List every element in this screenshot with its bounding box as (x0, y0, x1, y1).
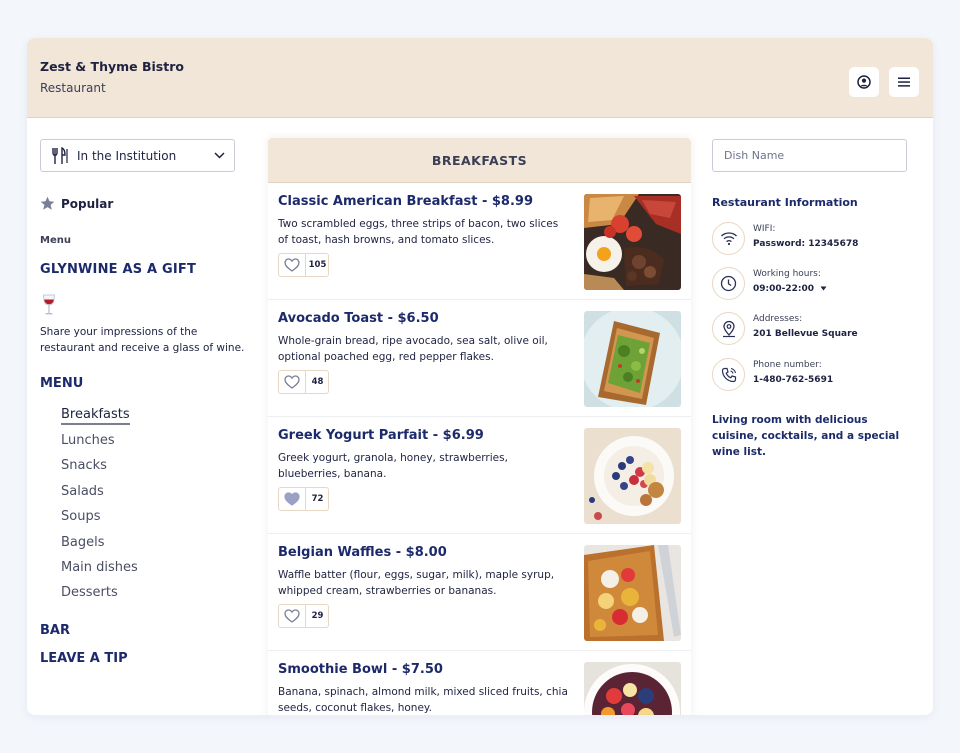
restaurant-type: Restaurant (40, 81, 106, 95)
like-count: 105 (308, 260, 327, 270)
app-card: Zest & Thyme Bistro Restaurant In the In… (27, 38, 933, 715)
fork-knife-icon (52, 146, 68, 164)
menu-item-soups[interactable]: Soups (61, 509, 100, 524)
heart-filled-icon (284, 492, 300, 506)
location-pin-icon (722, 320, 735, 337)
restaurant-about: Living room with delicious cuisine, cock… (712, 414, 900, 458)
restaurant-name: Zest & Thyme Bistro (40, 59, 184, 74)
section-title: BREAKFASTS (268, 138, 691, 183)
menu-item-snacks[interactable]: Snacks (61, 458, 107, 473)
dish-card[interactable]: Greek Yogurt Parfait - $6.99 Greek yogur… (268, 417, 691, 534)
profile-button[interactable] (849, 67, 879, 97)
dish-title: Smoothie Bowl - $7.50 (278, 662, 443, 677)
dish-title: Avocado Toast - $6.50 (278, 311, 439, 326)
menu-item-breakfasts[interactable]: Breakfasts (61, 407, 130, 425)
menu-item-main-dishes[interactable]: Main dishes (61, 560, 138, 575)
like-count: 72 (311, 494, 324, 504)
wifi-label: WIFI: (753, 224, 776, 234)
popular-label: Popular (61, 196, 114, 211)
address-label: Addresses: (753, 314, 803, 324)
gift-title[interactable]: GLYNWINE AS A GIFT (40, 262, 196, 277)
hamburger-menu-icon (898, 77, 910, 87)
dish-description: Waffle batter (flour, eggs, sugar, milk)… (278, 569, 555, 597)
phone-label: Phone number: (753, 360, 822, 370)
dish-description: Banana, spinach, almond milk, mixed slic… (278, 686, 568, 714)
hours-label: Working hours: (753, 269, 821, 279)
star-icon (40, 196, 55, 210)
hours-value: 09:00-22:00 (753, 284, 815, 294)
gift-description: Share your impressions of the restaurant… (40, 326, 245, 354)
dish-photo (584, 311, 681, 407)
phone-icon (721, 367, 736, 382)
wifi-password: Password: 12345678 (753, 239, 859, 249)
leave-a-tip-link[interactable]: LEAVE A TIP (40, 651, 128, 666)
dish-card[interactable]: Belgian Waffles - $8.00 Waffle batter (f… (268, 534, 691, 651)
dish-photo (584, 194, 681, 290)
menu-item-bagels[interactable]: Bagels (61, 535, 105, 550)
dish-card[interactable]: Smoothie Bowl - $7.50 Banana, spinach, a… (268, 651, 691, 715)
dish-photo (584, 545, 681, 641)
like-count: 48 (311, 377, 324, 387)
dish-title: Belgian Waffles - $8.00 (278, 545, 447, 560)
dish-description: Two scrambled eggs, three strips of baco… (278, 218, 559, 246)
dishes-panel: BREAKFASTS Classic American Breakfast - … (268, 138, 691, 715)
like-count: 29 (311, 611, 324, 621)
location-select-value: In the Institution (77, 149, 177, 163)
menu-item-lunches[interactable]: Lunches (61, 433, 115, 448)
wifi-icon (720, 232, 737, 246)
top-header: Zest & Thyme Bistro Restaurant (27, 38, 933, 118)
info-title: Restaurant Information (712, 196, 858, 209)
location-select[interactable]: In the Institution (40, 139, 235, 172)
menu-item-desserts[interactable]: Desserts (61, 585, 118, 600)
like-button[interactable]: 29 (278, 604, 329, 628)
menu-button[interactable] (889, 67, 919, 97)
dish-card[interactable]: Classic American Breakfast - $8.99 Two s… (268, 183, 691, 300)
user-circle-icon (857, 75, 871, 89)
like-button[interactable]: 48 (278, 370, 329, 394)
chevron-down-icon (214, 152, 225, 159)
menu-title: MENU (40, 376, 84, 391)
dish-description: Greek yogurt, granola, honey, strawberri… (278, 452, 508, 480)
dish-description: Whole-grain bread, ripe avocado, sea sal… (278, 335, 548, 363)
wine-glass-icon (43, 294, 55, 315)
dish-photo (584, 662, 681, 715)
dish-card[interactable]: Avocado Toast - $6.50 Whole-grain bread,… (268, 300, 691, 417)
phone-value: 1-480-762-5691 (753, 375, 834, 385)
caret-down-icon (820, 286, 827, 291)
menu-section-label: Menu (40, 235, 71, 246)
dish-title: Classic American Breakfast - $8.99 (278, 194, 533, 209)
like-button[interactable]: 105 (278, 253, 329, 277)
like-button[interactable]: 72 (278, 487, 329, 511)
heart-outline-icon (284, 375, 300, 389)
popular-link[interactable]: Popular (40, 196, 113, 211)
address-value: 201 Bellevue Square (753, 329, 858, 339)
menu-item-salads[interactable]: Salads (61, 484, 104, 499)
clock-icon (720, 275, 737, 292)
heart-outline-icon (284, 609, 300, 623)
bar-link[interactable]: BAR (40, 623, 70, 638)
dish-photo (584, 428, 681, 524)
dish-title: Greek Yogurt Parfait - $6.99 (278, 428, 484, 443)
dish-search-input[interactable] (712, 139, 907, 172)
heart-outline-icon (284, 258, 300, 272)
